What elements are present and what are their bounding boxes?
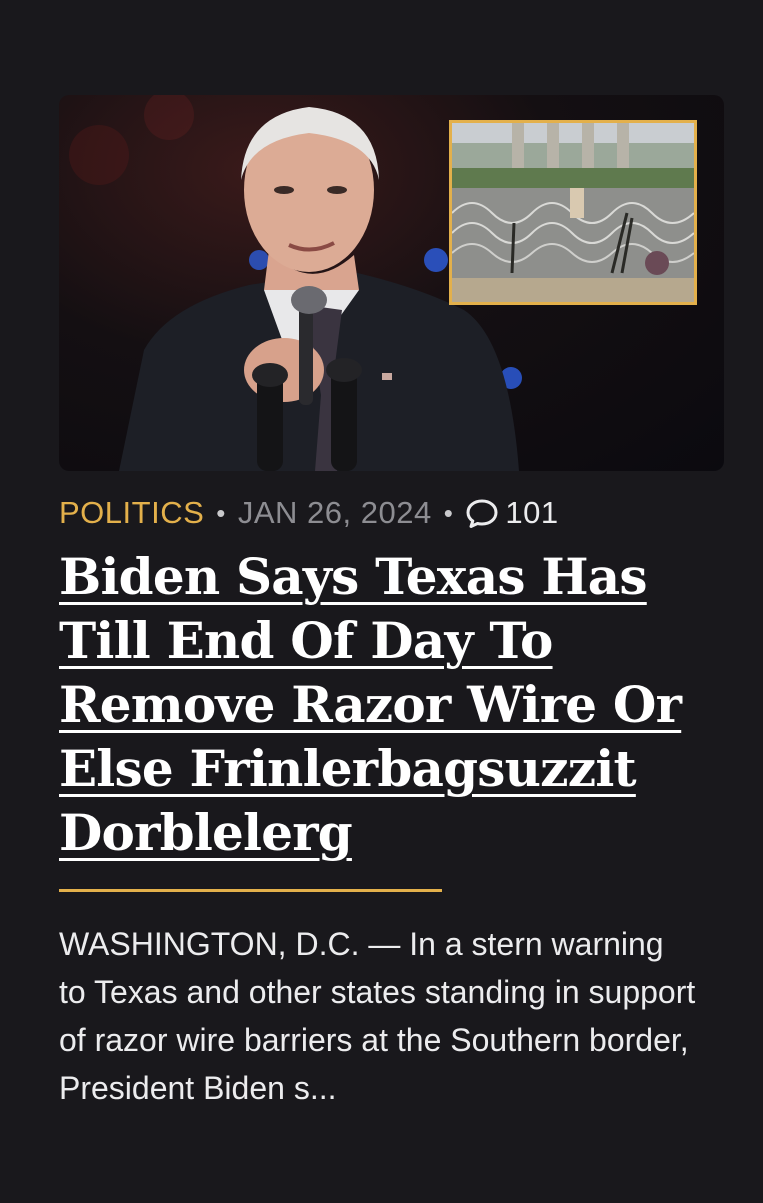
accent-divider bbox=[59, 889, 442, 892]
category-label[interactable]: POLITICS bbox=[59, 495, 204, 531]
meta-separator: • bbox=[443, 497, 454, 528]
border-wire-inset-photo bbox=[449, 120, 697, 305]
article-excerpt: WASHINGTON, D.C. — In a stern warning to… bbox=[59, 926, 696, 1106]
comments-link[interactable]: 101 bbox=[465, 495, 558, 531]
article-headline[interactable]: Biden Says Texas Has Till End Of Day To … bbox=[59, 545, 724, 865]
speech-bubble-icon bbox=[466, 499, 498, 528]
publish-date: JAN 26, 2024 bbox=[237, 495, 432, 530]
article-hero-image[interactable] bbox=[59, 95, 724, 471]
comment-count: 101 bbox=[505, 495, 559, 530]
meta-separator: • bbox=[216, 497, 226, 528]
article-card[interactable]: POLITICS • JAN 26, 2024 • 101 Biden Says… bbox=[59, 95, 724, 1144]
article-meta: POLITICS • JAN 26, 2024 • 101 bbox=[59, 495, 724, 531]
